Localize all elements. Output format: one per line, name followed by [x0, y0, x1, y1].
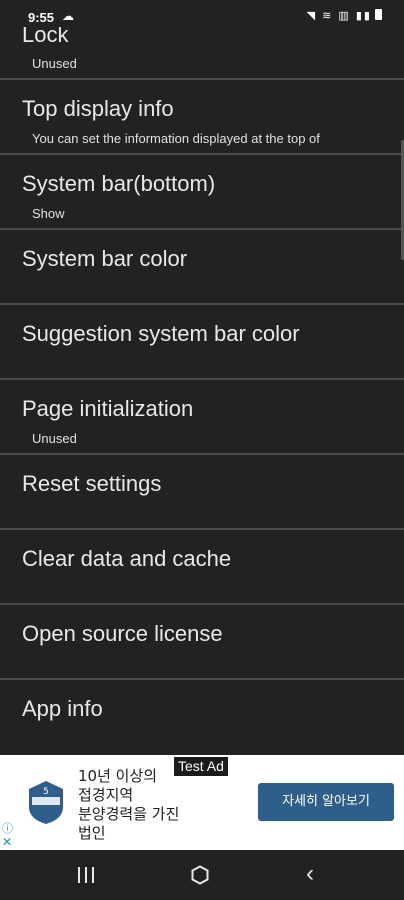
setting-item-top-display-info[interactable]: Top display info You can set the informa…: [0, 80, 404, 153]
ad-logo-icon: 5: [29, 781, 63, 824]
ad-text-line: 접경지역: [78, 786, 134, 804]
setting-subtitle: Unused: [32, 56, 77, 71]
setting-title: App info: [22, 696, 103, 721]
navigation-bar: ‹: [0, 850, 404, 900]
setting-subtitle: Show: [32, 206, 65, 221]
cloud-icon: ☁: [62, 9, 74, 23]
info-icon[interactable]: ⓘ: [2, 820, 13, 836]
setting-item-page-initialization[interactable]: Page initialization Unused: [0, 380, 404, 453]
home-icon[interactable]: [190, 865, 210, 885]
setting-item-reset-settings[interactable]: Reset settings: [0, 455, 404, 528]
status-icons: ◥ ≋ ▥ ▮▮: [307, 9, 382, 22]
setting-item-system-bar-bottom[interactable]: System bar(bottom) Show: [0, 155, 404, 228]
test-ad-label: Test Ad: [174, 757, 228, 776]
ad-text-line: 분양경력을 가진: [78, 805, 180, 823]
setting-item-app-info[interactable]: App info: [0, 680, 404, 755]
setting-item-open-source-license[interactable]: Open source license: [0, 605, 404, 678]
status-time: 9:55: [28, 10, 55, 25]
setting-title: System bar color: [22, 246, 188, 271]
setting-item-system-bar-color[interactable]: System bar color: [0, 230, 404, 303]
ad-text-line: 법인: [78, 824, 106, 842]
ad-text: 10년 이상의 접경지역 분양경력을 가진 법인: [78, 767, 218, 843]
setting-subtitle: You can set the information displayed at…: [32, 131, 320, 146]
battery-icon: [375, 9, 382, 20]
setting-title: Top display info: [22, 96, 174, 121]
setting-subtitle: Unused: [32, 431, 77, 446]
ad-logo-text: 5: [43, 787, 49, 797]
recent-apps-icon[interactable]: [78, 867, 96, 883]
ad-cta-button[interactable]: 자세히 알아보기: [258, 783, 394, 821]
status-icons-text: ◥ ≋ ▥ ▮▮: [306, 10, 372, 22]
setting-title: Reset settings: [22, 471, 162, 496]
ad-banner[interactable]: 5 10년 이상의 접경지역 분양경력을 가진 법인 Test Ad 자세히 알…: [0, 755, 404, 850]
setting-title: Clear data and cache: [22, 546, 232, 571]
setting-item-suggestion-system-bar-color[interactable]: Suggestion system bar color: [0, 305, 404, 378]
close-icon[interactable]: ✕: [2, 835, 12, 849]
setting-title: Page initialization: [22, 396, 194, 421]
back-icon[interactable]: ‹: [306, 862, 314, 886]
setting-item-clear-data-cache[interactable]: Clear data and cache: [0, 530, 404, 603]
status-bar: 9:55 ☁ ◥ ≋ ▥ ▮▮: [0, 0, 404, 34]
setting-title: Suggestion system bar color: [22, 321, 300, 346]
setting-title: System bar(bottom): [22, 171, 216, 196]
setting-title: Open source license: [22, 621, 223, 646]
